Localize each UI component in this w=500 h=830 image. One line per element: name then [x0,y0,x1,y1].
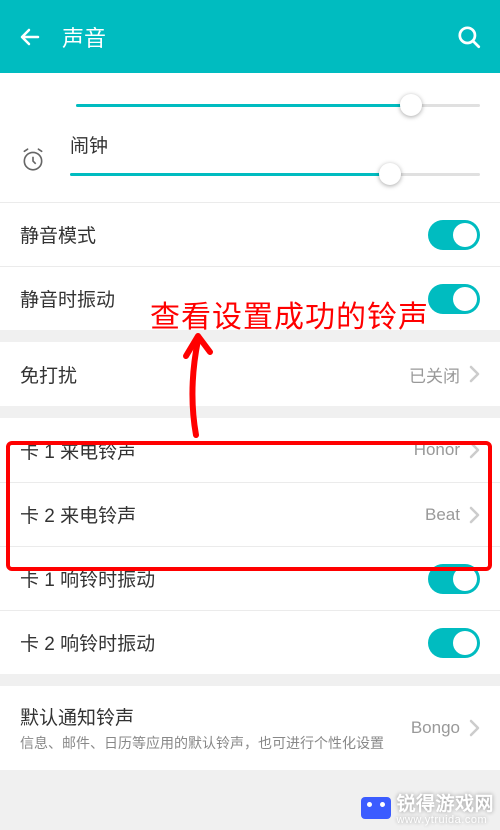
sim1-ringtone-value: Honor [414,440,460,460]
sim2-vibrate-toggle[interactable] [428,628,480,658]
volume-slider-top[interactable] [76,91,480,119]
chevron-right-icon [468,364,480,384]
sim2-ringtone-value: Beat [425,505,460,525]
notification-section: 默认通知铃声 信息、邮件、日历等应用的默认铃声，也可进行个性化设置 Bongo [0,686,500,770]
watermark: 锐得游戏网 www.ytruida.com [361,789,494,826]
default-notification-sub: 信息、邮件、日历等应用的默认铃声，也可进行个性化设置 [20,734,411,753]
chevron-right-icon [468,505,480,525]
volume-section: 闹钟 静音模式 静音时振动 [0,73,500,330]
silent-mode-toggle[interactable] [428,220,480,250]
silent-mode-row: 静音模式 [0,202,500,266]
ringtone-section: 卡 1 来电铃声 Honor 卡 2 来电铃声 Beat 卡 1 响铃时振动 卡… [0,418,500,674]
header-bar: 声音 [0,0,500,73]
sim1-ringtone-row[interactable]: 卡 1 来电铃声 Honor [0,418,500,482]
chevron-right-icon [468,718,480,738]
alarm-icon [20,147,46,173]
sim2-ringtone-label: 卡 2 来电铃声 [20,501,425,528]
chevron-right-icon [468,440,480,460]
search-icon[interactable] [456,24,482,50]
dnd-row[interactable]: 免打扰 已关闭 [0,342,500,406]
vibrate-silent-toggle[interactable] [428,284,480,314]
sim2-vibrate-row: 卡 2 响铃时振动 [0,610,500,674]
default-notification-label: 默认通知铃声 [20,703,411,730]
dnd-section: 免打扰 已关闭 [0,342,500,406]
vibrate-silent-row: 静音时振动 [0,266,500,330]
sim1-vibrate-toggle[interactable] [428,564,480,594]
watermark-main: 锐得游戏网 [396,794,494,815]
watermark-logo-icon [361,797,391,819]
sim2-ringtone-row[interactable]: 卡 2 来电铃声 Beat [0,482,500,546]
vibrate-silent-label: 静音时振动 [20,285,428,312]
alarm-label: 闹钟 [70,131,480,158]
sim1-vibrate-label: 卡 1 响铃时振动 [20,565,428,592]
alarm-slider[interactable] [70,160,480,188]
page-title: 声音 [62,21,456,53]
dnd-label: 免打扰 [20,361,409,388]
sim1-vibrate-row: 卡 1 响铃时振动 [0,546,500,610]
silent-mode-label: 静音模式 [20,221,428,248]
dnd-value: 已关闭 [409,362,460,387]
sim2-vibrate-label: 卡 2 响铃时振动 [20,629,428,656]
back-icon[interactable] [18,25,42,49]
default-notification-row[interactable]: 默认通知铃声 信息、邮件、日历等应用的默认铃声，也可进行个性化设置 Bongo [0,686,500,770]
sim1-ringtone-label: 卡 1 来电铃声 [20,437,414,464]
watermark-sub: www.ytruida.com [396,814,494,826]
default-notification-value: Bongo [411,718,460,738]
